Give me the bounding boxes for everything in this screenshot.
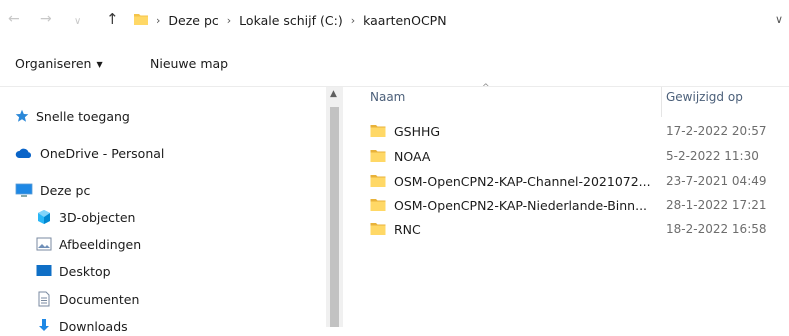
address-bar: ← → ∨ ↑ › Deze pc › Lokale schijf (C:) ›… — [0, 0, 789, 40]
nav-item-label: 3D-objecten — [59, 209, 136, 225]
recent-locations-button[interactable]: ∨ — [74, 14, 81, 30]
up-button[interactable]: ↑ — [106, 11, 119, 27]
nav-item-this-pc[interactable]: Deze pc — [15, 180, 90, 200]
file-name: NOAA — [394, 149, 431, 164]
breadcrumb-this-pc[interactable]: Deze pc — [168, 13, 218, 28]
breadcrumb: › Deze pc › Lokale schijf (C:) › kaarten… — [156, 12, 447, 28]
file-name: OSM-OpenCPN2-KAP-Niederlande-Binn... — [394, 198, 648, 213]
pictures-icon — [36, 237, 52, 251]
breadcrumb-kaartenocpn[interactable]: kaartenOCPN — [363, 13, 446, 28]
sort-ascending-icon: ^ — [482, 83, 490, 93]
cube-icon — [38, 210, 50, 224]
nav-item-onedrive[interactable]: OneDrive - Personal — [15, 143, 164, 163]
file-list: ^ Naam Gewijzigd op GSHHG 17-2-2022 20:5… — [343, 83, 789, 327]
nav-item-desktop[interactable]: Desktop — [36, 261, 111, 281]
folder-icon — [134, 14, 148, 25]
new-folder-button[interactable]: Nieuwe map — [150, 56, 228, 71]
cloud-icon — [15, 148, 32, 158]
file-modified-date: 23-7-2021 04:49 — [666, 174, 767, 188]
organize-button[interactable]: Organiseren ▼ — [15, 56, 103, 71]
computer-icon — [15, 183, 33, 197]
nav-item-label: Downloads — [59, 318, 128, 334]
folder-icon — [370, 199, 386, 211]
file-row[interactable]: RNC 18-2-2022 16:58 — [343, 219, 789, 241]
breadcrumb-separator[interactable]: › — [227, 14, 231, 27]
column-header-name[interactable]: Naam — [370, 90, 405, 104]
file-modified-date: 5-2-2022 11:30 — [666, 149, 759, 163]
file-name: GSHHG — [394, 124, 441, 139]
nav-item-label: Documenten — [59, 291, 140, 307]
nav-item-downloads[interactable]: Downloads — [36, 316, 128, 336]
folder-icon — [370, 175, 386, 187]
navigation-scrollbar[interactable]: ▲ — [326, 87, 343, 327]
file-modified-date: 28-1-2022 17:21 — [666, 198, 767, 212]
download-icon — [39, 319, 49, 331]
breadcrumb-separator[interactable]: › — [351, 14, 355, 27]
file-row[interactable]: OSM-OpenCPN2-KAP-Niederlande-Binn... 28-… — [343, 195, 789, 217]
breadcrumb-separator: › — [156, 13, 161, 27]
column-separator[interactable] — [661, 87, 662, 117]
nav-item-label: Snelle toegang — [36, 108, 130, 124]
folder-icon — [370, 223, 386, 235]
scroll-up-arrow-icon[interactable]: ▲ — [330, 89, 337, 99]
nav-item-pictures[interactable]: Afbeeldingen — [36, 234, 141, 254]
document-icon — [38, 291, 50, 307]
organize-label: Organiseren — [15, 56, 92, 71]
forward-button[interactable]: → — [40, 11, 52, 27]
command-bar: Organiseren ▼ Nieuwe map — [0, 40, 789, 87]
file-row[interactable]: GSHHG 17-2-2022 20:57 — [343, 121, 789, 143]
address-dropdown-chevron-icon[interactable]: ∨ — [775, 13, 783, 26]
file-row[interactable]: OSM-OpenCPN2-KAP-Channel-2021072... 23-7… — [343, 171, 789, 193]
file-row[interactable]: NOAA 5-2-2022 11:30 — [343, 146, 789, 168]
nav-item-label: Afbeeldingen — [59, 236, 142, 252]
nav-item-label: Deze pc — [40, 182, 91, 198]
file-name: OSM-OpenCPN2-KAP-Channel-2021072... — [394, 174, 651, 189]
star-icon — [15, 109, 29, 122]
nav-item-label: OneDrive - Personal — [40, 145, 165, 161]
back-button[interactable]: ← — [8, 11, 20, 27]
caret-down-icon: ▼ — [96, 60, 103, 69]
breadcrumb-local-disk[interactable]: Lokale schijf (C:) — [239, 13, 343, 28]
nav-item-documents[interactable]: Documenten — [36, 289, 139, 309]
nav-item-label: Desktop — [59, 263, 111, 279]
nav-item-quick-access[interactable]: Snelle toegang — [15, 106, 130, 126]
desktop-icon — [36, 265, 52, 276]
nav-item-3d-objects[interactable]: 3D-objecten — [36, 207, 135, 227]
file-modified-date: 18-2-2022 16:58 — [666, 222, 767, 236]
navigation-pane: Snelle toegang OneDrive - Personal Deze … — [0, 87, 326, 334]
folder-icon — [370, 125, 386, 137]
column-header-modified[interactable]: Gewijzigd op — [666, 90, 743, 104]
folder-icon — [370, 150, 386, 162]
file-name: RNC — [394, 222, 421, 237]
file-modified-date: 17-2-2022 20:57 — [666, 124, 767, 138]
scrollbar-thumb[interactable] — [330, 107, 339, 327]
